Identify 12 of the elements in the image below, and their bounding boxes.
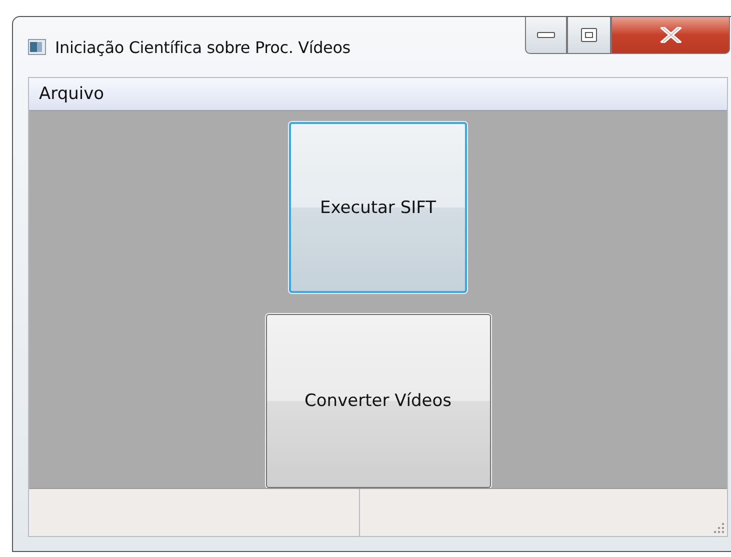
restore-icon [581,28,597,42]
menu-item[interactable]: Arquivo [29,84,114,104]
window-title: Iniciação Científica sobre Proc. Vídeos [55,38,350,56]
action-button[interactable]: Converter Vídeos [266,314,490,488]
minimize-icon [537,32,555,38]
app-icon [28,39,46,55]
action-button[interactable]: Executar SIFT [289,122,467,293]
close-button[interactable] [611,17,730,54]
resize-grip-icon[interactable] [714,523,724,533]
close-icon [660,27,682,43]
minimize-button[interactable] [525,17,567,54]
restore-button[interactable] [567,17,611,54]
